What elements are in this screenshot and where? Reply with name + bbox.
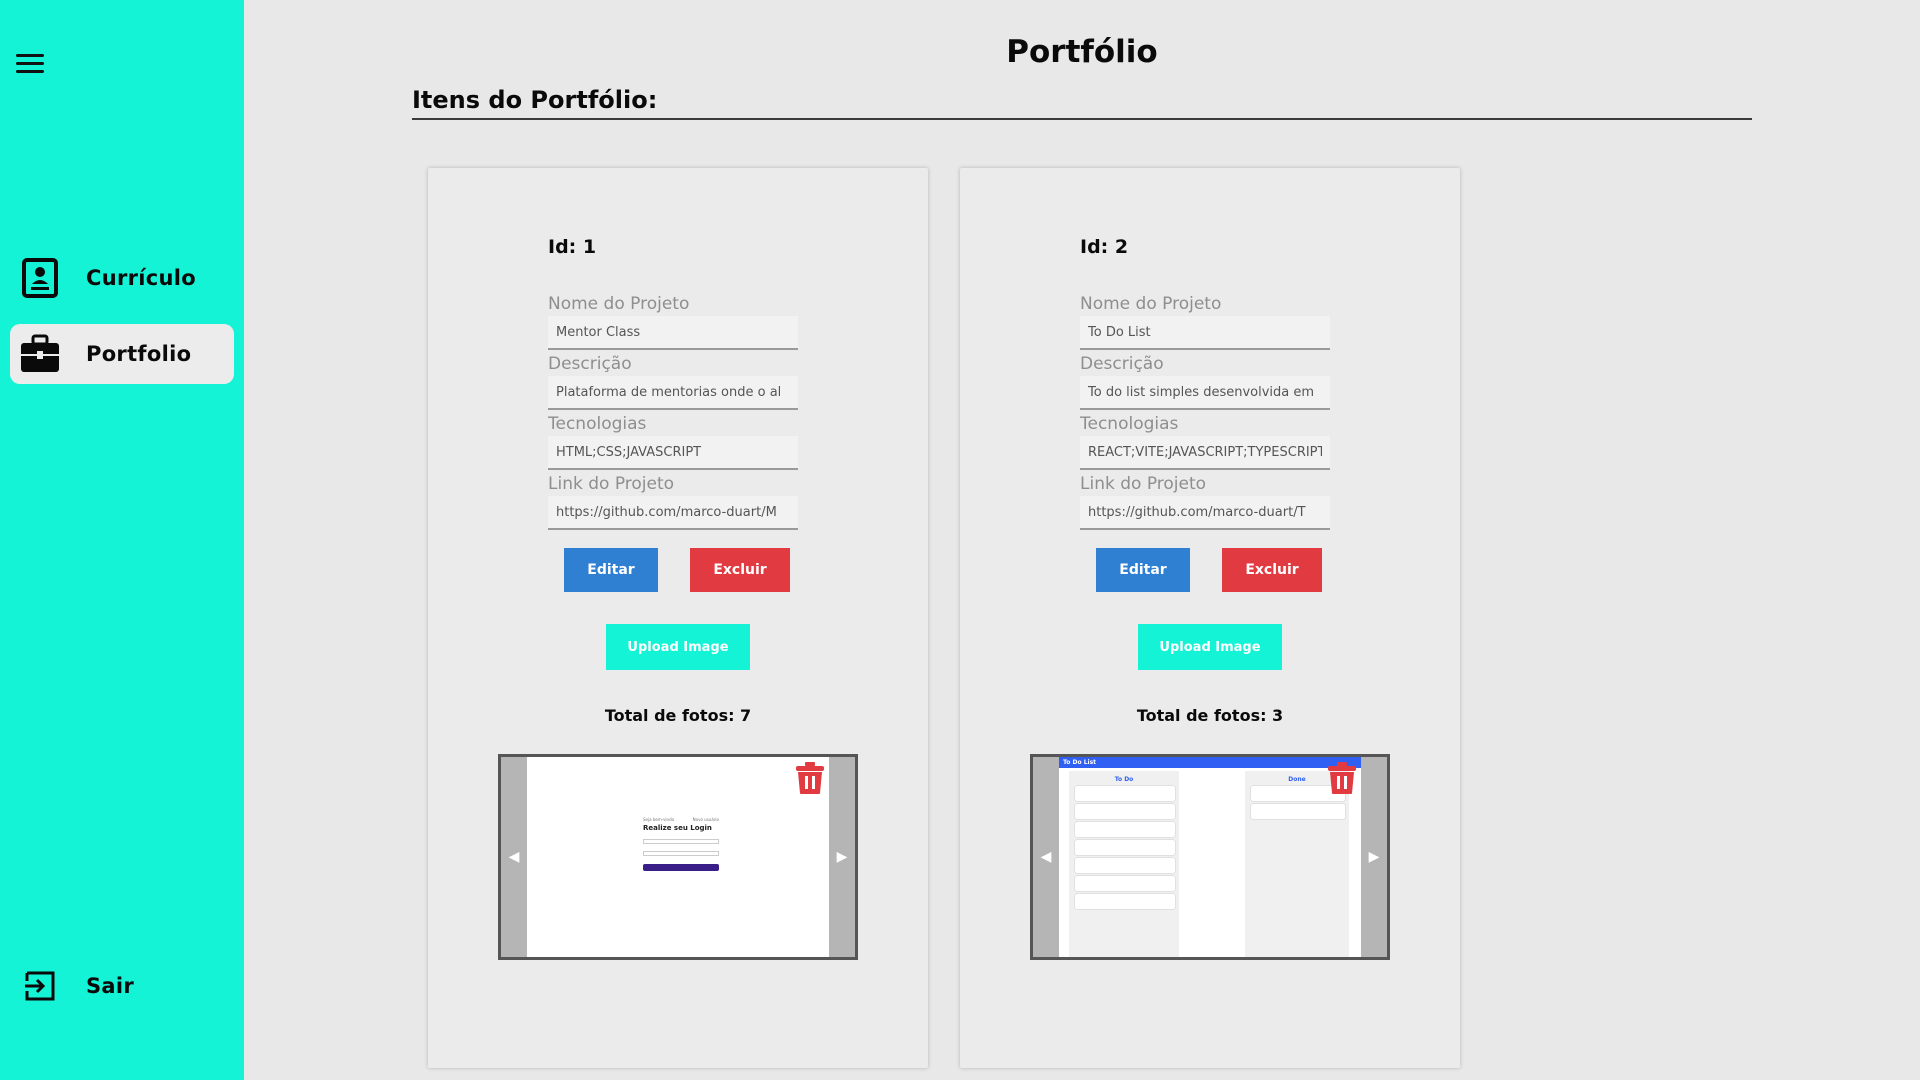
delete-button[interactable]: Excluir — [690, 548, 790, 592]
preview-task — [1075, 840, 1175, 855]
preview-button — [643, 864, 719, 871]
description-input[interactable] — [548, 376, 798, 410]
description-input[interactable] — [1080, 376, 1330, 410]
sidebar-item-portfolio[interactable]: Portfolio — [10, 324, 234, 384]
login-screenshot-preview: Seja bem-vindo Novo usuário Realize seu … — [643, 817, 719, 871]
technologies-input[interactable] — [1080, 436, 1330, 470]
logout-icon — [18, 964, 62, 1008]
preview-column-title: To Do — [1114, 776, 1134, 783]
preview-field — [643, 839, 719, 844]
preview-task — [1251, 804, 1345, 819]
logout-button[interactable]: Sair — [10, 956, 234, 1016]
document-person-icon — [18, 256, 62, 300]
preview-task — [1075, 786, 1175, 801]
sidebar-item-label: Portfolio — [86, 342, 192, 366]
project-link-label: Link do Projeto — [1080, 474, 1207, 494]
preview-small-text: Novo usuário — [692, 817, 719, 822]
description-label: Descrição — [548, 354, 632, 374]
project-link-input[interactable] — [1080, 496, 1330, 530]
logout-label: Sair — [86, 974, 135, 998]
photo-count: Total de fotos: 3 — [1136, 706, 1284, 725]
project-name-label: Nome do Projeto — [548, 294, 690, 314]
carousel-image: Seja bem-vindo Novo usuário Realize seu … — [527, 757, 829, 957]
carousel-image: To Do List To Do Done — [1059, 757, 1361, 957]
card-id: Id: 1 — [548, 236, 597, 258]
preview-heading: Realize seu Login — [643, 824, 712, 832]
project-link-label: Link do Projeto — [548, 474, 675, 494]
portfolio-card: Id: 2 Nome do Projeto Descrição Tecnolog… — [960, 168, 1460, 1068]
technologies-label: Tecnologias — [1080, 414, 1179, 434]
image-carousel: ◀ To Do List To Do Done ▶ — [1030, 754, 1390, 960]
preview-small-text: Seja bem-vindo — [643, 817, 675, 822]
preview-task — [1075, 876, 1175, 891]
section-divider — [412, 118, 1752, 120]
project-name-input[interactable] — [548, 316, 798, 350]
sidebar-item-label: Currículo — [86, 266, 196, 290]
briefcase-icon — [18, 332, 62, 376]
preview-app-title: To Do List — [1059, 757, 1361, 768]
image-carousel: ◀ Seja bem-vindo Novo usuário Realize se… — [498, 754, 858, 960]
project-link-input[interactable] — [548, 496, 798, 530]
preview-task — [1075, 822, 1175, 837]
delete-button[interactable]: Excluir — [1222, 548, 1322, 592]
project-name-label: Nome do Projeto — [1080, 294, 1222, 314]
trash-icon[interactable] — [795, 761, 825, 795]
carousel-next-arrow[interactable]: ▶ — [1361, 757, 1387, 957]
carousel-prev-arrow[interactable]: ◀ — [501, 757, 527, 957]
carousel-prev-arrow[interactable]: ◀ — [1033, 757, 1059, 957]
card-id: Id: 2 — [1080, 236, 1129, 258]
photo-count: Total de fotos: 7 — [604, 706, 752, 725]
project-name-input[interactable] — [1080, 316, 1330, 350]
trash-icon[interactable] — [1327, 761, 1357, 795]
preview-task — [1075, 858, 1175, 873]
upload-image-button[interactable]: Upload Image — [1138, 624, 1282, 670]
preview-done-column: Done — [1245, 771, 1349, 957]
upload-image-button[interactable]: Upload Image — [606, 624, 750, 670]
preview-field — [643, 851, 719, 856]
sidebar: Currículo Portfolio Sair — [0, 0, 244, 1080]
portfolio-card: Id: 1 Nome do Projeto Descrição Tecnolog… — [428, 168, 928, 1068]
page-title: Portfólio — [1006, 34, 1158, 70]
technologies-label: Tecnologias — [548, 414, 647, 434]
edit-button[interactable]: Editar — [564, 548, 658, 592]
edit-button[interactable]: Editar — [1096, 548, 1190, 592]
sidebar-item-curriculo[interactable]: Currículo — [10, 248, 234, 308]
technologies-input[interactable] — [548, 436, 798, 470]
preview-todo-column: To Do — [1069, 771, 1179, 957]
section-title: Itens do Portfólio: — [412, 86, 658, 114]
description-label: Descrição — [1080, 354, 1164, 374]
preview-task — [1075, 804, 1175, 819]
preview-task — [1075, 894, 1175, 909]
carousel-next-arrow[interactable]: ▶ — [829, 757, 855, 957]
